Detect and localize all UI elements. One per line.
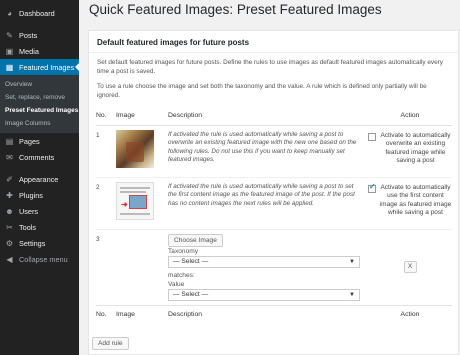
menu-label: Media [19,46,39,56]
chevron-down-icon: ▼ [349,291,355,298]
table-row: 1 If activated the rule is used automati… [96,125,452,177]
col-action: Action [368,304,452,323]
menu-label: Users [19,206,39,216]
admin-sidebar: ◕ Dashboard ✎ Posts ▣ Media ▦ Featured I… [0,0,79,355]
main-content: Quick Featured Images: Preset Featured I… [79,0,460,355]
value-label: Value [168,280,185,288]
menu-label: Pages [19,136,40,146]
taxonomy-selected: — Select — [173,258,209,265]
activate-label: Activate to automatically use the first … [379,183,452,217]
col-description: Description [168,304,368,323]
menu-settings[interactable]: ⚙ Settings [0,235,79,251]
menu-label: Collapse menu [19,254,68,264]
activate-label: Activate to automatically overwrite an e… [380,131,451,165]
submenu-image-columns[interactable]: Image Columns [0,117,79,130]
col-no: No. [96,304,116,323]
box-description: Set default featured images for future p… [97,59,443,75]
activate-overwrite-checkbox[interactable] [368,132,376,141]
page-title: Quick Featured Images: Preset Featured I… [89,2,382,17]
pages-icon: ▤ [5,136,14,146]
menu-pages[interactable]: ▤ Pages [0,133,79,149]
tools-icon: ✂ [6,222,13,232]
rules-table: No. Image Description Action 1 If activa… [96,107,452,323]
pin-icon: ✎ [6,30,13,40]
plugins-icon: ✚ [6,190,13,200]
submenu-set-replace-remove[interactable]: Set, replace, remove [0,91,79,104]
settings-icon: ⚙ [5,238,14,248]
box-instructions: To use a rule choose the image and set b… [97,83,427,99]
row-description: If activated the rule is used automatica… [168,130,357,164]
menu-media[interactable]: ▣ Media [0,43,79,59]
featured-images-submenu: Overview Set, replace, remove Preset Fea… [0,75,79,133]
menu-label: Tools [19,222,37,232]
menu-posts[interactable]: ✎ Posts [0,27,79,43]
col-image: Image [116,304,168,323]
collapse-icon: ◀ [6,254,13,264]
row-no: 2 [96,176,116,229]
table-row: 2 ➜ If activated the rule is used automa… [96,176,452,229]
col-no: No. [96,107,116,126]
users-icon: ☻ [5,206,14,216]
menu-label: Dashboard [19,8,55,18]
menu-label: Featured Images [19,62,75,72]
menu-label: Settings [19,238,46,248]
taxonomy-select[interactable]: — Select — ▼ [168,255,360,268]
add-rule-button[interactable]: Add rule [92,337,129,350]
media-icon: ▣ [5,46,14,56]
menu-comments[interactable]: ✉ Comments [0,149,79,165]
row-no: 3 [96,228,116,305]
taxonomy-label: Taxonomy [168,247,199,255]
featured-images-icon: ▦ [5,62,14,72]
col-action: Action [368,107,452,126]
menu-label: Plugins [19,190,43,200]
menu-dashboard[interactable]: ◕ Dashboard [0,5,79,21]
menu-collapse[interactable]: ◀ Collapse menu [0,251,79,267]
box-title: Default featured images for future posts [89,31,458,53]
comments-icon: ✉ [6,152,13,162]
col-image: Image [116,107,168,126]
photo-thumbnail [116,129,154,168]
menu-label: Posts [19,30,38,40]
choose-image-button[interactable]: Choose Image [168,233,223,247]
appearance-icon: ✐ [6,174,13,184]
submenu-overview[interactable]: Overview [0,78,79,91]
menu-label: Comments [19,152,55,162]
value-selected: — Select — [173,291,209,298]
menu-label: Appearance [19,174,59,184]
menu-users[interactable]: ☻ Users [0,203,79,219]
arrow-icon: ➜ [121,199,128,209]
row-description: If activated the rule is used automatica… [168,176,368,229]
menu-plugins[interactable]: ✚ Plugins [0,187,79,203]
row-no: 1 [96,131,100,139]
remove-rule-button[interactable]: X [403,261,417,273]
menu-featured-images[interactable]: ▦ Featured Images [0,59,79,75]
dashboard-icon: ◕ [7,8,12,18]
value-select[interactable]: — Select — ▼ [168,288,360,301]
activate-overwrite-option[interactable]: Activate to automatically overwrite an e… [368,126,452,166]
content-image-thumbnail: ➜ [116,181,154,220]
activate-first-image-checkbox[interactable] [368,183,376,193]
submenu-preset-featured-images[interactable]: Preset Featured Images [0,104,79,117]
menu-appearance[interactable]: ✐ Appearance [0,171,79,187]
table-row: 3 Choose Image Taxonomy — Select — ▼ mat… [96,228,452,305]
menu-tools[interactable]: ✂ Tools [0,219,79,235]
matches-label: matches: [168,271,195,279]
col-description: Description [168,107,368,126]
chevron-down-icon: ▼ [349,258,355,265]
activate-first-image-option[interactable]: Activate to automatically use the first … [368,178,452,218]
